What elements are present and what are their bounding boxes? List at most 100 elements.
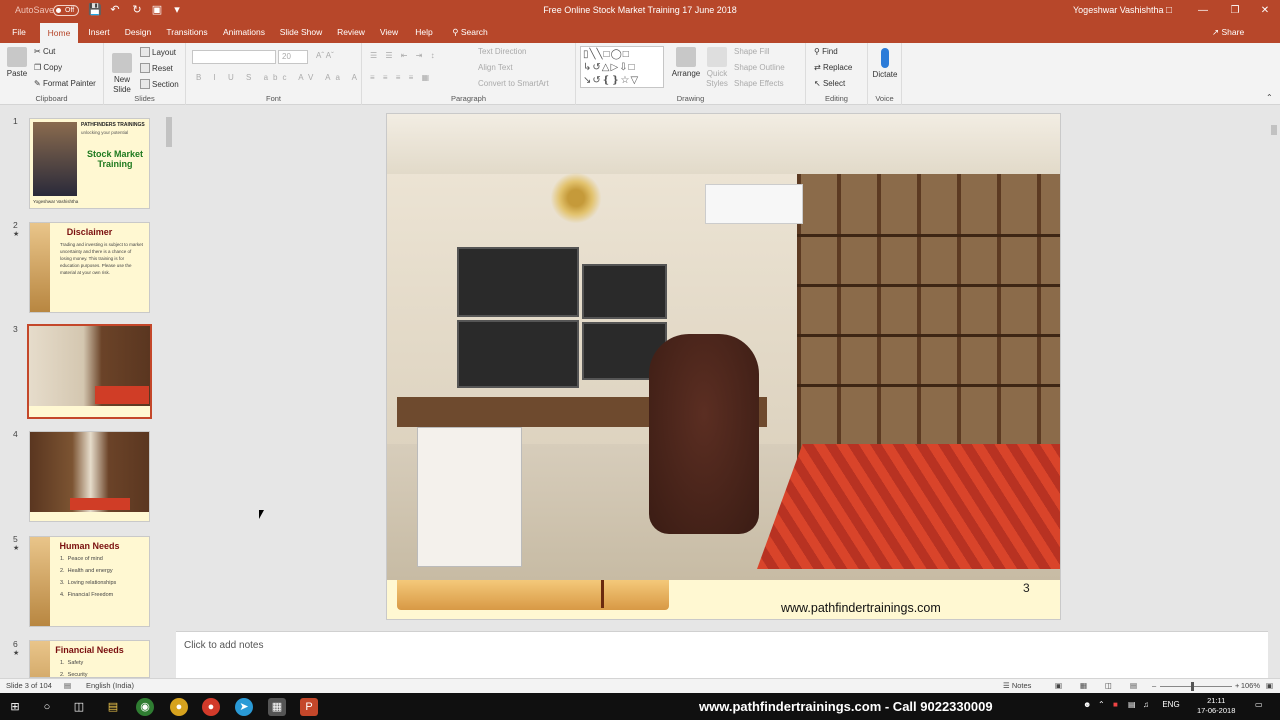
font-grow-icon[interactable]: Aˆ Aˇ [316, 51, 334, 60]
tab-view[interactable]: View [376, 21, 402, 43]
align-icons[interactable]: ≡ ≡ ≡ ≡ ▦ [370, 73, 432, 82]
tab-file[interactable]: File [5, 21, 33, 43]
tray-chevron-icon[interactable]: ⌃ [1098, 700, 1105, 709]
microphone-icon [881, 48, 889, 68]
share-button[interactable]: ↗ Share [1212, 21, 1244, 43]
photo-ceiling [387, 114, 1060, 174]
slide-thumbnail-1[interactable]: PATHFINDERS TRAININGS unlocking your pot… [29, 118, 150, 209]
photo-monitor [457, 247, 579, 317]
zoom-out-icon[interactable]: – [1152, 681, 1156, 690]
ribbon-display-icon[interactable]: □ [1152, 0, 1186, 21]
notes-toggle[interactable]: ☰ Notes [1003, 681, 1031, 690]
notifications-icon[interactable]: ▭ [1255, 700, 1263, 709]
search-box[interactable]: ⚲ Search [448, 21, 492, 43]
tab-animations[interactable]: Animations [220, 21, 268, 43]
network-icon[interactable]: ▤ [1128, 700, 1136, 709]
find-button[interactable]: ⚲ Find [814, 47, 838, 56]
cut-button[interactable]: ✂ Cut [34, 47, 55, 56]
thumbnail-number: 6 [13, 639, 18, 649]
shapes-gallery[interactable]: ▯╲╲□◯□ ↳↺△▷⇩□ ↘↺❴❵☆▽ [580, 46, 664, 88]
slide-sorter-icon[interactable]: ▦ [1080, 681, 1087, 690]
zoom-slider[interactable] [1160, 686, 1232, 687]
slide-scrollbar[interactable] [1268, 105, 1280, 631]
replace-button[interactable]: ⇄ Replace [814, 63, 852, 72]
scrollbar-thumb[interactable] [166, 117, 172, 147]
close-button[interactable]: ✕ [1248, 0, 1280, 21]
clipboard-group: Paste ✂ Cut ❐ Copy ✎ Format Painter Clip… [0, 43, 104, 105]
new-slide-button[interactable]: New Slide [108, 53, 136, 95]
collapse-ribbon-icon[interactable]: ⌃ [1266, 93, 1273, 102]
language-indicator[interactable]: English (India) [86, 681, 134, 690]
calculator-icon[interactable]: ▦ [268, 698, 286, 716]
normal-view-icon[interactable]: ▣ [1055, 681, 1062, 690]
user-name[interactable]: Yogeshwar Vashishtha [1073, 0, 1164, 21]
thumbnail-number: 2 [13, 220, 18, 230]
notes-pane[interactable]: Click to add notes [176, 631, 1268, 678]
reset-button[interactable]: Reset [140, 63, 173, 73]
meeting-app-icon[interactable]: ● [202, 698, 220, 716]
minimize-button[interactable]: — [1186, 0, 1220, 21]
slide-thumbnail-6[interactable]: Financial Needs 1. Safety 2. Security [29, 640, 150, 678]
tab-insert[interactable]: Insert [84, 21, 114, 43]
people-icon[interactable]: ☻ [1083, 700, 1091, 709]
convert-smartart-button[interactable]: Convert to SmartArt [478, 79, 549, 88]
font-format-icons[interactable]: B I U S abc AV Aa A [196, 73, 362, 82]
cortana-search-icon[interactable]: ○ [38, 698, 56, 716]
list-icons[interactable]: ☰ ☰ ⇤ ⇥ ↕ [370, 51, 438, 60]
fit-slide-icon[interactable]: ▣ [1266, 681, 1273, 690]
shape-outline-button[interactable]: Shape Outline [734, 63, 785, 72]
tab-home[interactable]: Home [40, 23, 78, 43]
dictate-button[interactable]: Dictate [870, 48, 900, 80]
slide-thumbnail-5[interactable]: Human Needs 1. Peace of mind 2. Health a… [29, 536, 150, 627]
system-clock[interactable]: 21:11 17-06-2018 [1197, 696, 1235, 716]
paste-button[interactable]: Paste [5, 47, 29, 79]
section-button[interactable]: Section [140, 79, 179, 89]
format-painter-button[interactable]: ✎ Format Painter [34, 79, 96, 88]
tab-design[interactable]: Design [122, 21, 154, 43]
windows-start-icon[interactable]: ⊞ [6, 698, 24, 716]
tab-help[interactable]: Help [412, 21, 436, 43]
quick-styles-button[interactable]: Quick Styles [702, 47, 732, 89]
copy-button[interactable]: ❐ Copy [34, 63, 62, 72]
file-explorer-icon[interactable]: ▤ [104, 698, 122, 716]
thumbnail-title: Human Needs [59, 541, 120, 551]
voice-label: Voice [875, 94, 894, 103]
shape-fill-button[interactable]: Shape Fill [734, 47, 770, 56]
slideshow-view-icon[interactable]: ▤ [1130, 681, 1137, 690]
telegram-icon[interactable]: ➤ [235, 698, 253, 716]
volume-icon[interactable]: ♫ [1143, 700, 1149, 709]
title-bar: AutoSave Off 💾 ↶ ↻ ▣ ▾ Free Online Stock… [0, 0, 1280, 21]
tab-review[interactable]: Review [334, 21, 368, 43]
font-size-box[interactable]: 20 [278, 50, 308, 64]
font-name-box[interactable] [192, 50, 276, 64]
zoom-level[interactable]: 106% [1240, 681, 1260, 690]
slide-thumbnail-4[interactable] [29, 431, 150, 522]
font-label: Font [265, 94, 281, 103]
input-language[interactable]: ENG [1151, 700, 1191, 709]
slide-thumbnail-2[interactable]: Disclaimer Trading and investing is subj… [29, 222, 150, 313]
shape-effects-button[interactable]: Shape Effects [734, 79, 784, 88]
powerpoint-icon[interactable]: P [300, 698, 318, 716]
tab-transitions[interactable]: Transitions [164, 21, 210, 43]
app-icon[interactable]: ● [170, 698, 188, 716]
zoom-slider-thumb[interactable] [1191, 682, 1194, 691]
align-text-button[interactable]: Align Text [478, 63, 513, 72]
chrome-icon[interactable]: ◉ [136, 698, 154, 716]
zoom-in-icon[interactable]: + [1235, 681, 1239, 690]
arrange-button[interactable]: Arrange [670, 47, 702, 79]
text-direction-button[interactable]: Text Direction [478, 47, 526, 56]
slide-thumbnail-3[interactable] [27, 324, 152, 419]
thumbnail-rug [95, 386, 149, 404]
thumbnails-scrollbar[interactable] [163, 105, 175, 678]
task-view-icon[interactable]: ◫ [70, 698, 88, 716]
reading-view-icon[interactable]: ◫ [1105, 681, 1112, 690]
layout-button[interactable]: Layout [140, 47, 176, 57]
tab-slide-show[interactable]: Slide Show [278, 21, 324, 43]
restore-button[interactable]: ❐ [1218, 0, 1252, 21]
tray-app-icon[interactable]: ■ [1113, 700, 1118, 709]
scrollbar-thumb[interactable] [1271, 125, 1277, 135]
spell-check-icon[interactable]: ▤ [64, 681, 71, 690]
thumbnail-title: Financial Needs [55, 645, 124, 655]
slide-canvas[interactable]: 3 www.pathfindertrainings.com [386, 113, 1061, 620]
select-button[interactable]: ↖ Select [814, 79, 845, 88]
